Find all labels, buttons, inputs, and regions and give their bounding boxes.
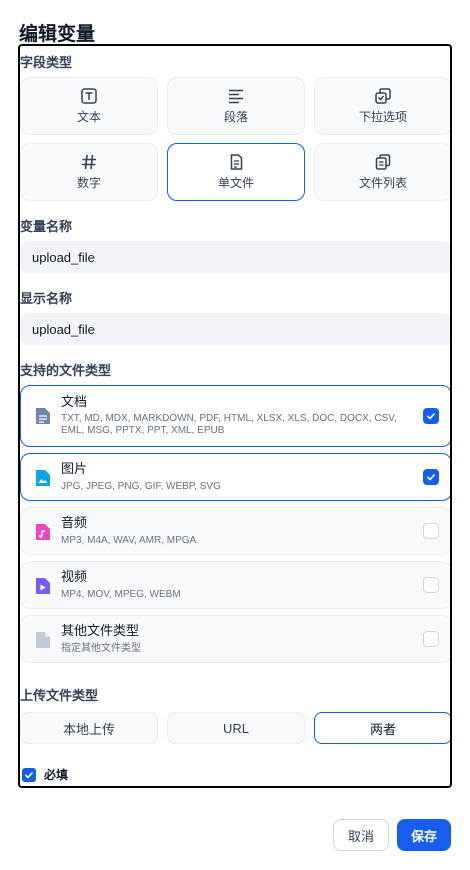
file-types-label: 支持的文件类型 bbox=[20, 363, 112, 378]
file-type-name: 其他文件类型 bbox=[61, 623, 140, 638]
required-checkbox[interactable] bbox=[22, 768, 36, 782]
field-type-label-paragraph: 段落 bbox=[223, 110, 248, 124]
file-type-name: 文档 bbox=[61, 394, 88, 409]
variable-name-label: 变量名称 bbox=[20, 219, 73, 234]
text-icon bbox=[81, 88, 97, 104]
file-type-extensions: MP3, M4A, WAV, AMR, MPGA bbox=[61, 535, 197, 546]
other-file-icon bbox=[36, 632, 50, 648]
upload-method-both[interactable]: 两者 bbox=[314, 712, 450, 744]
paragraph-icon bbox=[229, 89, 243, 104]
variable-form-panel: 字段类型 文本 段落 下拉选项 数字 单文件 文件列表 变量名称 upload_… bbox=[18, 44, 452, 788]
number-icon bbox=[82, 154, 96, 170]
image-checkbox[interactable] bbox=[423, 469, 439, 485]
save-button[interactable]: 保存 bbox=[397, 819, 451, 851]
field-type-label: 字段类型 bbox=[20, 55, 73, 70]
file-type-video[interactable]: 视频 MP4, MOV, MPEG, WEBM bbox=[20, 561, 450, 609]
upload-method-local[interactable]: 本地上传 bbox=[20, 712, 158, 744]
file-type-extensions: JPG, JPEG, PNG, GIF, WEBP, SVG bbox=[61, 481, 221, 492]
file-type-document[interactable]: 文档 TXT, MD, MDX, MARKDOWN, PDF, HTML, XL… bbox=[20, 385, 450, 447]
file-type-extensions: TXT, MD, MDX, MARKDOWN, PDF, HTML, XLSX,… bbox=[61, 413, 397, 436]
variable-name-input[interactable]: upload_file bbox=[20, 241, 450, 273]
file-type-audio[interactable]: 音频 MP3, M4A, WAV, AMR, MPGA bbox=[20, 507, 450, 555]
field-type-label-single-file: 单文件 bbox=[217, 176, 254, 190]
video-checkbox[interactable] bbox=[423, 577, 439, 593]
field-type-single-file[interactable]: 单文件 bbox=[167, 143, 305, 201]
field-type-text[interactable]: 文本 bbox=[20, 77, 158, 135]
file-type-image[interactable]: 图片 JPG, JPEG, PNG, GIF, WEBP, SVG bbox=[20, 453, 450, 501]
display-name-input[interactable]: upload_file bbox=[20, 313, 450, 345]
file-type-name: 视频 bbox=[61, 569, 88, 584]
video-icon bbox=[36, 578, 50, 594]
file-type-extensions: 指定其他文件类型 bbox=[61, 643, 141, 654]
display-name-label: 显示名称 bbox=[20, 291, 73, 306]
field-type-paragraph[interactable]: 段落 bbox=[167, 77, 305, 135]
check-icon bbox=[426, 473, 436, 481]
document-checkbox[interactable] bbox=[423, 408, 439, 424]
field-type-label-number: 数字 bbox=[76, 176, 101, 190]
field-type-file-list[interactable]: 文件列表 bbox=[314, 143, 450, 201]
cancel-button[interactable]: 取消 bbox=[333, 819, 389, 851]
field-type-label-select: 下拉选项 bbox=[358, 110, 407, 124]
image-icon bbox=[36, 470, 50, 486]
other-checkbox[interactable] bbox=[423, 631, 439, 647]
upload-method-label: 上传文件类型 bbox=[20, 688, 99, 703]
file-type-name: 图片 bbox=[61, 461, 88, 476]
file-type-extensions: MP4, MOV, MPEG, WEBM bbox=[61, 589, 181, 600]
field-type-label-text: 文本 bbox=[76, 110, 101, 124]
select-icon bbox=[375, 88, 391, 104]
check-icon bbox=[24, 771, 34, 779]
audio-icon bbox=[36, 524, 50, 540]
file-list-icon bbox=[375, 154, 391, 170]
upload-method-url[interactable]: URL bbox=[167, 712, 305, 744]
field-type-select[interactable]: 下拉选项 bbox=[314, 77, 450, 135]
audio-checkbox[interactable] bbox=[423, 523, 439, 539]
check-icon bbox=[426, 412, 436, 420]
single-file-icon bbox=[230, 154, 243, 170]
field-type-number[interactable]: 数字 bbox=[20, 143, 158, 201]
field-type-label-file-list: 文件列表 bbox=[358, 176, 407, 190]
file-type-name: 音频 bbox=[61, 515, 88, 530]
document-icon bbox=[36, 408, 50, 424]
required-label: 必填 bbox=[44, 768, 69, 782]
file-type-other[interactable]: 其他文件类型 指定其他文件类型 bbox=[20, 615, 450, 663]
dialog-title: 编辑变量 bbox=[19, 24, 96, 45]
